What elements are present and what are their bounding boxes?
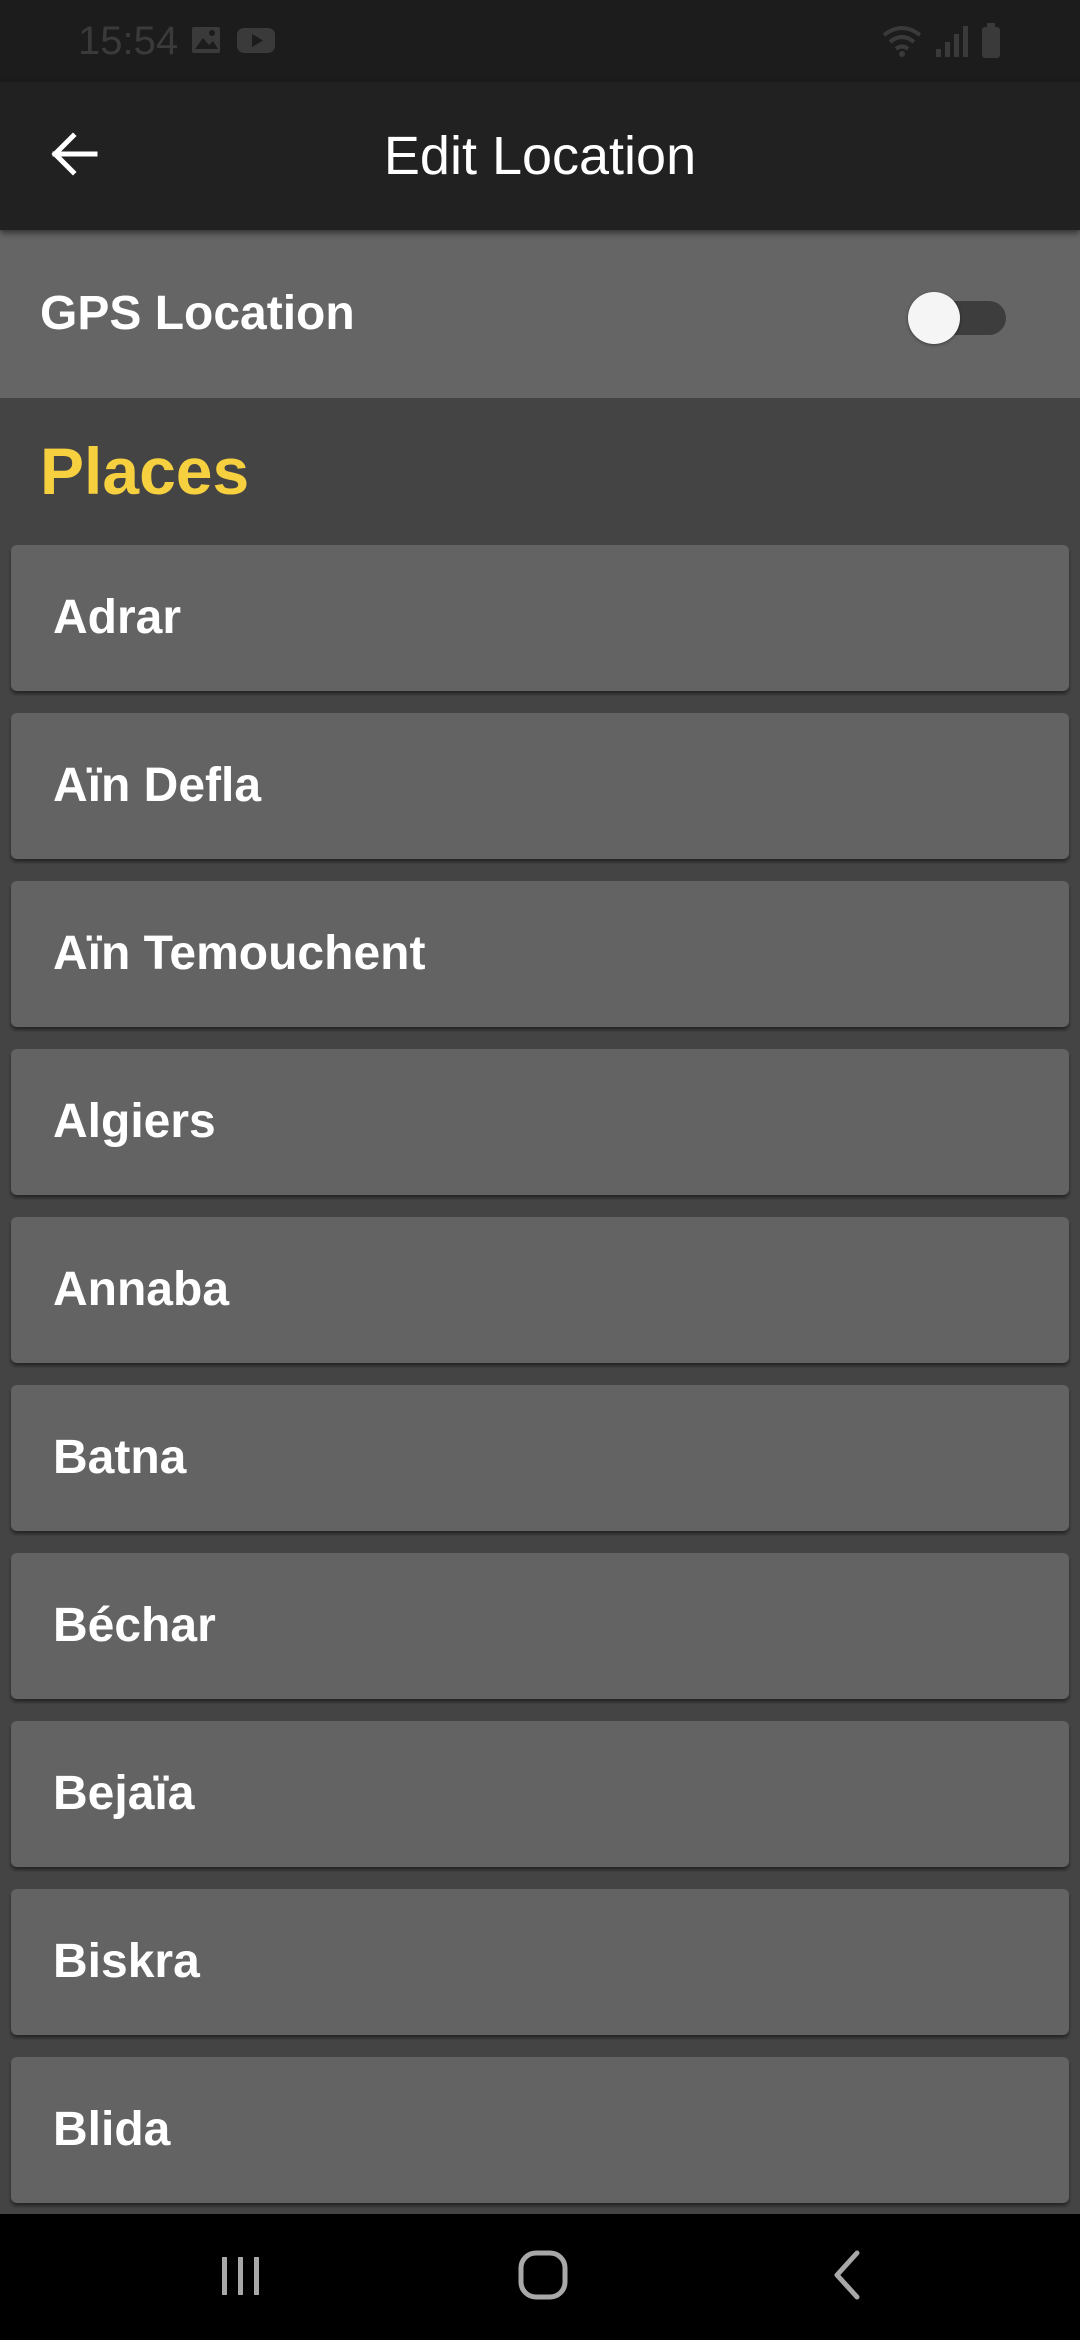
recent-apps-icon [216,2253,266,2302]
place-label: Batna [53,1431,187,1484]
place-item[interactable]: Blida [11,2057,1069,2203]
place-item[interactable]: Béchar [11,1553,1069,1699]
home-icon [517,2249,569,2306]
place-label: Blida [53,2103,171,2156]
system-back-button[interactable] [792,2240,902,2314]
home-button[interactable] [488,2240,598,2314]
place-item[interactable]: Aïn Defla [11,713,1069,859]
place-label: Bejaïa [53,1767,195,1820]
place-item[interactable]: Annaba [11,1217,1069,1363]
app-bar: Edit Location [0,82,1080,230]
battery-icon [980,22,1002,65]
place-label: Algiers [53,1095,216,1148]
place-item[interactable]: Algiers [11,1049,1069,1195]
place-label: Aïn Defla [53,759,262,812]
status-notification-icons [190,24,276,61]
places-section-title: Places [40,434,250,508]
place-item[interactable]: Batna [11,1385,1069,1531]
place-label: Annaba [53,1263,230,1316]
place-label: Aïn Temouchent [53,927,426,980]
wifi-icon [880,23,924,64]
status-system-icons [880,22,1002,65]
back-button[interactable] [28,118,120,194]
toggle-thumb [908,292,960,344]
place-item[interactable]: Aïn Temouchent [11,881,1069,1027]
status-bar: 15:54 [0,0,1080,82]
place-label: Biskra [53,1935,200,1988]
places-list: Adrar Aïn Defla Aïn Temouchent Algiers A… [11,545,1069,2225]
gps-location-toggle[interactable] [908,290,1008,344]
place-item[interactable]: Bejaïa [11,1721,1069,1867]
status-time: 15:54 [78,19,179,63]
system-nav-bar [0,2214,1080,2340]
gps-location-label: GPS Location [40,287,355,340]
place-label: Béchar [53,1599,216,1652]
place-label: Adrar [53,591,182,644]
arrow-left-icon [49,131,99,181]
image-icon [190,24,222,61]
page-title: Edit Location [383,126,697,186]
signal-icon [934,23,970,64]
place-item[interactable]: Biskra [11,1889,1069,2035]
recent-apps-button[interactable] [186,2240,296,2314]
back-chevron-icon [827,2249,867,2306]
place-item[interactable]: Adrar [11,545,1069,691]
youtube-icon [236,24,276,61]
